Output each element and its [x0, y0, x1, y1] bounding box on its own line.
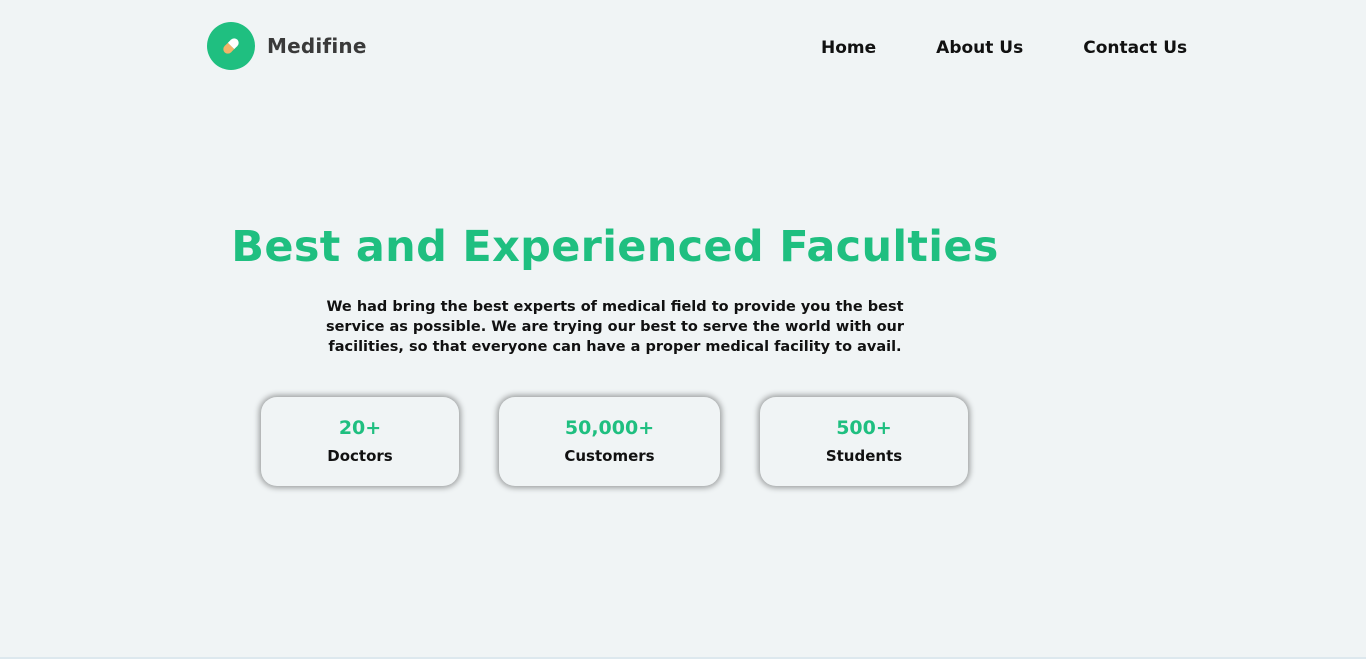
stat-card-customers: 50,000+ Customers [499, 397, 720, 486]
hero-title: Best and Experienced Faculties [231, 222, 999, 272]
nav-about-link[interactable]: About Us [936, 38, 1023, 58]
stat-label: Doctors [327, 447, 393, 465]
stat-value: 50,000+ [564, 417, 655, 439]
stat-card-doctors: 20+ Doctors [261, 397, 459, 486]
stat-value: 500+ [836, 417, 892, 439]
stat-value: 20+ [338, 417, 382, 439]
page: Medifine Home About Us Contact Us Best a… [0, 0, 1366, 659]
hero-description: We had bring the best experts of medical… [325, 299, 905, 355]
pill-icon [223, 38, 239, 54]
stat-label: Customers [564, 447, 655, 465]
stat-label: Students [825, 447, 903, 465]
brand[interactable]: Medifine [207, 22, 367, 70]
nav-contact-link[interactable]: Contact Us [1083, 38, 1187, 58]
brand-name[interactable]: Medifine [267, 34, 367, 58]
nav-home-link[interactable]: Home [821, 38, 876, 58]
logo[interactable] [207, 22, 255, 70]
stat-card-students: 500+ Students [760, 397, 968, 486]
main-nav: Home About Us Contact Us [821, 38, 1187, 58]
